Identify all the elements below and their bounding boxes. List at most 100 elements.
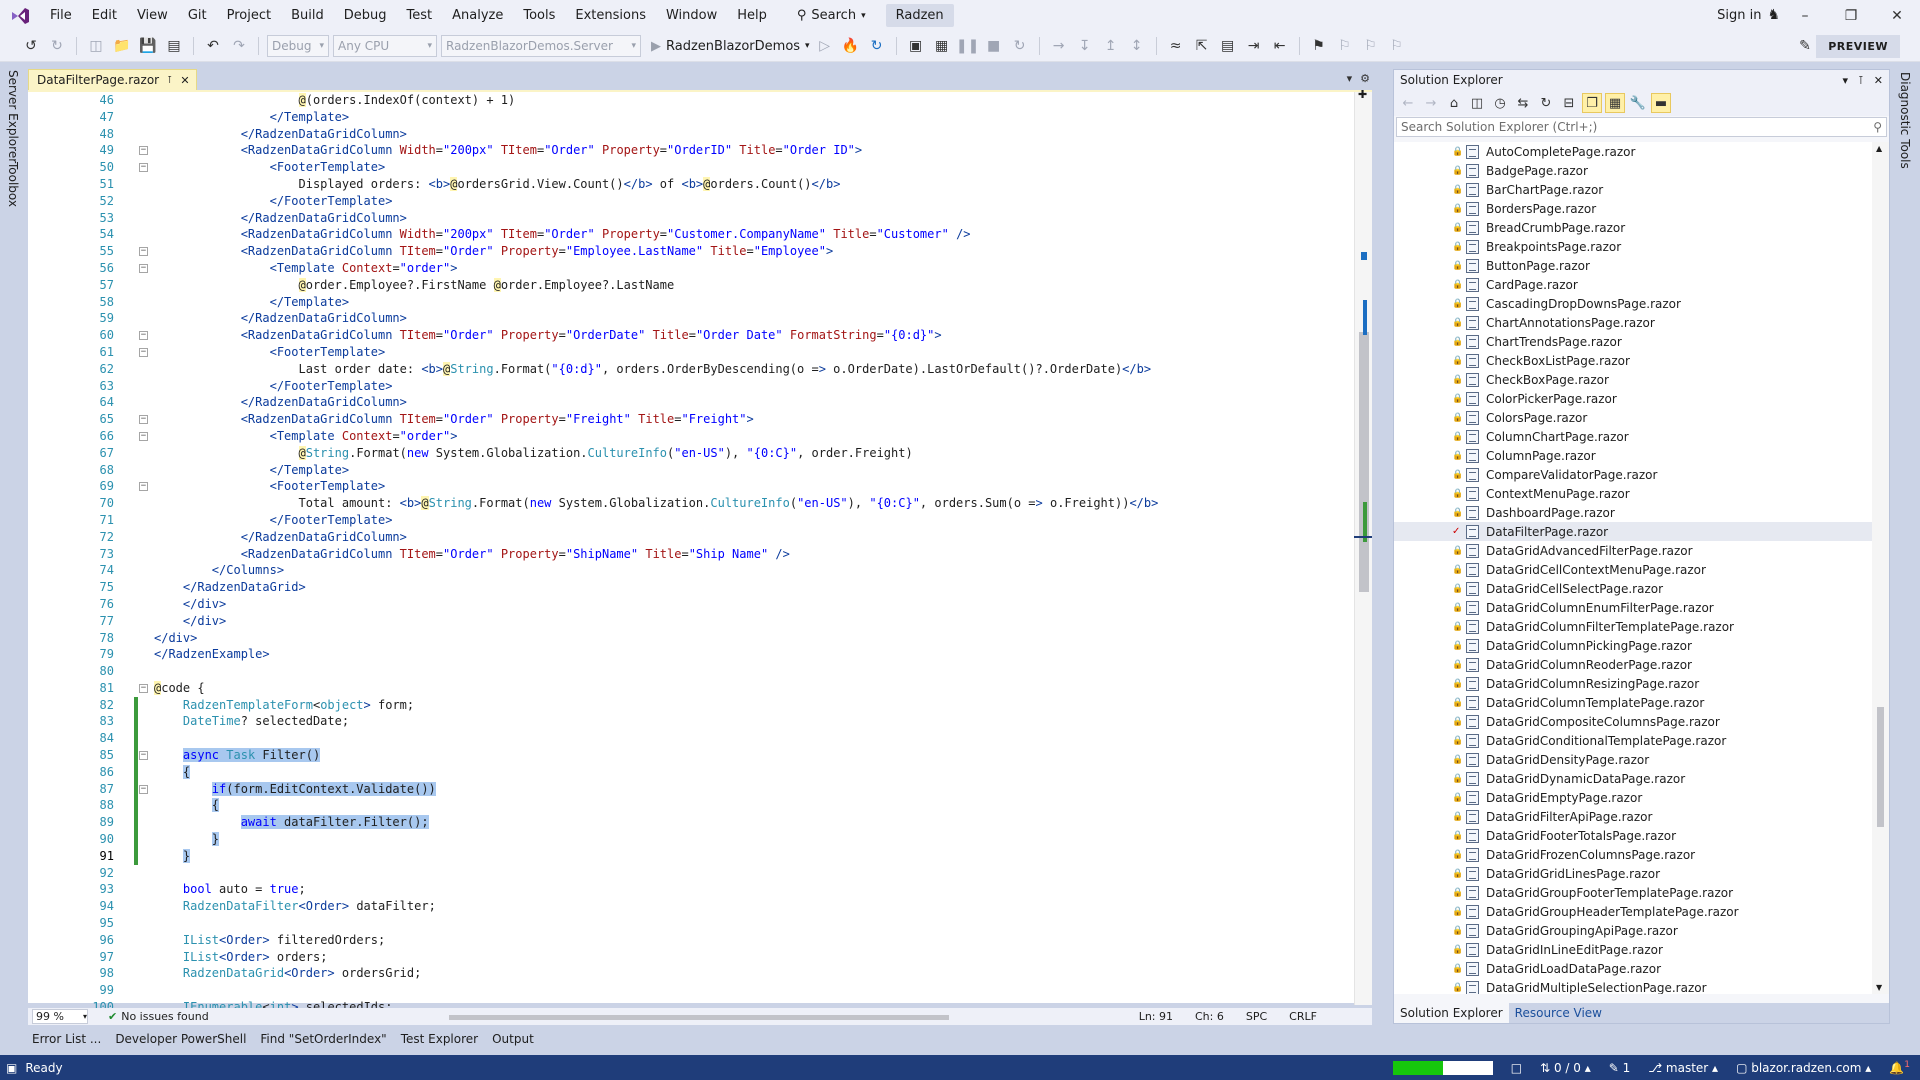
tab-find-results[interactable]: Find "SetOrderIndex" [260,1032,386,1046]
code-line[interactable]: 64 </RadzenDataGridColumn> [50,394,1350,411]
diagnostic-tools-tab[interactable]: Diagnostic Tools [1898,72,1912,169]
forward-icon[interactable]: ↻ [46,35,68,57]
notifications-bell-icon[interactable]: 🔔1 [1889,1060,1910,1075]
code-line[interactable]: 84 [50,730,1350,748]
code-line[interactable]: 95 [50,915,1350,932]
fold-toggle-icon[interactable]: − [139,247,148,257]
new-item-icon[interactable]: ◫ [85,35,107,57]
diagnostics-icon[interactable]: ≈ [1165,35,1187,57]
clear-bookmarks-icon[interactable]: ⚐ [1386,35,1408,57]
fold-toggle-icon[interactable]: − [139,415,148,425]
editor-scroll-thumb[interactable] [1359,332,1369,592]
menu-tools[interactable]: Tools [513,0,565,31]
visual-studio-logo-icon[interactable] [0,0,40,31]
refresh-icon[interactable]: ↻ [1536,93,1556,113]
code-line[interactable]: 90 } [50,831,1350,848]
menu-window[interactable]: Window [656,0,727,31]
git-sync-indicator[interactable]: ⇅ 0 / 0 ▴ [1540,1061,1591,1075]
code-line[interactable]: 91 } [50,847,1350,865]
solution-file-item[interactable]: 🔒 DataGridInLineEditPage.razor [1394,940,1872,959]
solution-file-item[interactable]: ✓ DataFilterPage.razor [1394,522,1872,541]
fold-toggle-icon[interactable]: − [139,163,148,173]
solution-file-item[interactable]: 🔒 DataGridGroupFooterTemplatePage.razor [1394,883,1872,902]
solution-file-item[interactable]: 🔒 DataGridDynamicDataPage.razor [1394,769,1872,788]
solution-file-item[interactable]: 🔒 BadgePage.razor [1394,161,1872,180]
solution-file-item[interactable]: 🔒 DataGridGroupHeaderTemplatePage.razor [1394,902,1872,921]
solution-file-item[interactable]: 🔒 ButtonPage.razor [1394,256,1872,275]
tab-resource-view[interactable]: Resource View [1509,1003,1608,1023]
bookmark-icon[interactable]: ⚑ [1308,35,1330,57]
live-preview-icon[interactable]: ▬ [1651,93,1671,113]
editor-tab-active[interactable]: DataFilterPage.razor ⊺ ✕ [28,69,197,90]
back-icon[interactable]: ← [1398,93,1418,113]
code-line[interactable]: 46 @(orders.IndexOf(context) + 1) [50,92,1350,109]
code-line[interactable]: 77 </div> [50,613,1350,630]
fold-toggle-icon[interactable]: − [139,263,148,273]
open-folder-icon[interactable]: 📁 [111,35,133,57]
code-line[interactable]: 48 </RadzenDataGridColumn> [50,126,1350,143]
pending-changes-filter-icon[interactable]: ◷ [1490,93,1510,113]
line-ending-mode[interactable]: CRLF [1289,1010,1317,1023]
code-line[interactable]: 72 </RadzenDataGridColumn> [50,529,1350,546]
step-into-icon[interactable]: ↧ [1074,35,1096,57]
fold-toggle-icon[interactable]: − [139,347,148,357]
code-line[interactable]: 71 </FooterTemplate> [50,512,1350,529]
preview-selected-items-icon[interactable]: ▦ [1605,93,1625,113]
solution-tree-scrollbar[interactable]: ▲ ▼ [1872,142,1889,994]
show-next-statement-icon[interactable]: ↕ [1126,35,1148,57]
code-line[interactable]: 56 − <Template Context="order"> [50,260,1350,277]
editor-vertical-scrollbar[interactable]: ✚ [1354,88,1372,1005]
code-line[interactable]: 74 </Columns> [50,562,1350,579]
code-editor[interactable]: 46 @(orders.IndexOf(context) + 1) 47 </Te… [28,88,1372,1014]
solution-file-item[interactable]: 🔒 DataGridCompositeColumnsPage.razor [1394,712,1872,731]
solution-name-badge[interactable]: Radzen [885,4,954,27]
menu-file[interactable]: File [40,0,82,31]
code-line[interactable]: 73 <RadzenDataGridColumn TItem="Order" P… [50,546,1350,563]
code-line[interactable]: 66 − <Template Context="order"> [50,428,1350,445]
code-line[interactable]: 50 − <FooterTemplate> [50,159,1350,176]
close-window-button[interactable]: ✕ [1874,0,1920,31]
signin-button[interactable]: Sign in ♞ [1717,0,1780,31]
code-line[interactable]: 65 − <RadzenDataGridColumn TItem="Order" … [50,411,1350,428]
menu-test[interactable]: Test [397,0,443,31]
code-line[interactable]: 53 </RadzenDataGridColumn> [50,210,1350,227]
horizontal-scroll-thumb[interactable] [448,1014,949,1020]
sync-with-document-icon[interactable]: ⇆ [1513,93,1533,113]
code-line[interactable]: 58 </Template> [50,294,1350,311]
scroll-up-icon[interactable]: ▲ [1876,144,1882,153]
refresh-icon[interactable]: ↻ [866,35,888,57]
code-line[interactable]: 75 </RadzenDataGrid> [50,579,1350,596]
redo-icon[interactable]: ↷ [228,35,250,57]
server-explorer-tab[interactable]: Server Explorer [6,70,20,163]
solution-file-item[interactable]: 🔒 ContextMenuPage.razor [1394,484,1872,503]
solution-file-item[interactable]: 🔒 DataGridFooterTotalsPage.razor [1394,826,1872,845]
pending-edits-indicator[interactable]: ✎ 1 [1609,1061,1631,1075]
solution-file-item[interactable]: 🔒 CheckBoxListPage.razor [1394,351,1872,370]
menu-help[interactable]: Help [727,0,777,31]
notifications-tray-icon[interactable]: □ [1511,1061,1522,1075]
tab-error-list[interactable]: Error List ... [32,1032,101,1046]
solution-file-item[interactable]: 🔒 AutoCompletePage.razor [1394,142,1872,161]
code-line[interactable]: 83 DateTime? selectedDate; [50,713,1350,731]
code-line[interactable]: 86 { [50,763,1350,781]
tab-developer-powershell[interactable]: Developer PowerShell [115,1032,246,1046]
split-editor-icon[interactable]: ✚ [1358,88,1367,101]
step-out-icon[interactable]: ↥ [1100,35,1122,57]
settings-icon[interactable]: ⚙ [1360,72,1370,85]
code-line[interactable]: 61 − <FooterTemplate> [50,344,1350,361]
code-line[interactable]: 82 RadzenTemplateForm<object> form; [50,696,1350,714]
solution-file-item[interactable]: 🔒 DataGridColumnFilterTemplatePage.razor [1394,617,1872,636]
solution-file-item[interactable]: 🔒 DataGridCellContextMenuPage.razor [1394,560,1872,579]
code-line[interactable]: 96 IList<Order> filteredOrders; [50,932,1350,949]
solution-file-item[interactable]: 🔒 ColumnPage.razor [1394,446,1872,465]
code-line[interactable]: 63 </FooterTemplate> [50,378,1350,395]
fold-toggle-icon[interactable]: − [139,784,148,794]
tab-solution-explorer[interactable]: Solution Explorer [1394,1003,1509,1023]
code-line[interactable]: 68 </Template> [50,462,1350,479]
tab-test-explorer[interactable]: Test Explorer [401,1032,478,1046]
code-line[interactable]: 79 </RadzenExample> [50,646,1350,663]
solution-file-item[interactable]: 🔒 DataGridConditionalTemplatePage.razor [1394,731,1872,750]
next-bookmark-icon[interactable]: ⚐ [1360,35,1382,57]
step-over-icon[interactable]: → [1048,35,1070,57]
code-line[interactable]: 47 </Template> [50,109,1350,126]
